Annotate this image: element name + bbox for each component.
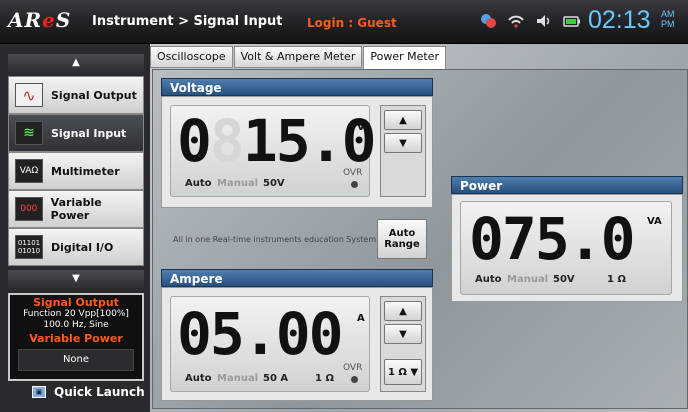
power-reading: 075.0 [469,205,636,273]
voltage-manual-label[interactable]: Manual [217,178,258,189]
ampere-shunt-select[interactable]: 1 Ω ▼ [384,359,422,385]
voltage-range-buttons: ▲ ▼ [380,105,426,197]
voltage-range: 50V [263,178,285,189]
ampere-reading: 05.00 [177,300,344,368]
voltage-panel: 0815.0 V Auto Manual 50V OVR ▲ ▼ [161,96,433,208]
sidebar-nav: ∿ Signal Output ≋ Signal Input VAΩ Multi… [8,76,144,266]
quick-launch-icon: ▣ [32,386,46,398]
voltage-ovr-label: OVR [343,168,363,178]
ampere-auto-label[interactable]: Auto [185,373,212,384]
clock: 02:13 [588,6,651,34]
sine-wave-icon: ∿ [15,83,43,107]
ampere-range: 50 A [263,373,289,384]
power-lcd: 075.0 VA Auto Manual 50V 1 Ω [460,201,672,295]
speaker-icon[interactable] [534,12,554,30]
power-shunt: 1 Ω [607,274,626,285]
status-icons [478,12,582,30]
sidebar-scroll-down-button[interactable]: ▼ [8,270,144,288]
voltage-reading: 0815.0 [177,107,377,175]
status-info-box: Signal Output Function 20 Vpp[100%] 100.… [8,293,144,381]
quick-launch-button[interactable]: ▣ Quick Launch [32,385,145,399]
voltage-range-down-button[interactable]: ▼ [384,133,422,153]
main-area: Oscilloscope Volt & Ampere Meter Power M… [150,44,688,412]
login-status[interactable]: Login : Guest [307,16,397,30]
sidebar-item-variable-power[interactable]: 000 Variable Power [8,190,144,228]
power-auto-label[interactable]: Auto [475,274,502,285]
power-panel: 075.0 VA Auto Manual 50V 1 Ω [451,194,683,302]
ares-logo: AReS [8,8,72,32]
tab-oscilloscope[interactable]: Oscilloscope [150,46,233,68]
ampere-shunt: 1 Ω [315,373,334,384]
tab-bar: Oscilloscope Volt & Ampere Meter Power M… [150,46,447,70]
user-icon[interactable] [478,12,498,30]
wifi-icon[interactable] [506,12,526,30]
ampere-panel: 05.00 A Auto Manual 50 A 1 Ω OVR ▲ ▼ 1 Ω… [161,287,433,401]
voltage-unit: V [357,122,365,133]
multimeter-icon: VAΩ [15,159,43,183]
power-meter-content: Voltage 0815.0 V Auto Manual 50V OVR ▲ ▼… [152,69,688,409]
sidebar-item-multimeter[interactable]: VAΩ Multimeter [8,152,144,190]
voltage-lcd: 0815.0 V Auto Manual 50V OVR [170,105,377,197]
voltage-panel-title: Voltage [161,78,433,96]
tab-volt-ampere-meter[interactable]: Volt & Ampere Meter [233,46,363,68]
ampere-lcd: 05.00 A Auto Manual 50 A 1 Ω OVR [170,296,370,392]
power-range: 50V [553,274,575,285]
sidebar-item-signal-output[interactable]: ∿ Signal Output [8,76,144,114]
ampere-panel-title: Ampere [161,269,433,287]
sidebar-item-signal-input[interactable]: ≋ Signal Input [8,114,144,152]
signal-output-title: Signal Output [33,296,119,309]
sidebar: ▲ ∿ Signal Output ≋ Signal Input VAΩ Mul… [0,44,150,412]
ampere-ovr-indicator [351,376,358,383]
power-manual-label[interactable]: Manual [507,274,548,285]
ampere-unit: A [357,313,365,324]
ampere-range-up-button[interactable]: ▲ [384,301,422,321]
battery-icon[interactable] [562,12,582,30]
top-bar: AReS Instrument > Signal Input Login : G… [0,0,688,44]
ampere-manual-label[interactable]: Manual [217,373,258,384]
system-description: All in one Real-time instruments educati… [173,235,377,244]
auto-range-button[interactable]: Auto Range [377,219,427,259]
breadcrumb: Instrument > Signal Input [92,14,283,29]
power-supply-icon: 000 [15,197,43,221]
ampere-range-buttons: ▲ ▼ 1 Ω ▼ [380,296,426,392]
ampere-ovr-label: OVR [343,363,363,373]
voltage-range-up-button[interactable]: ▲ [384,110,422,130]
variable-power-value: None [18,349,134,371]
power-panel-title: Power [451,176,683,194]
variable-power-title: Variable Power [29,332,123,345]
signal-output-line2: 100.0 Hz, Sine [43,320,109,330]
ampm-indicator: AM PM [661,9,675,29]
signal-output-line1: Function 20 Vpp[100%] [23,309,129,319]
voltage-auto-label[interactable]: Auto [185,178,212,189]
ampere-range-down-button[interactable]: ▼ [384,324,422,344]
voltage-ovr-indicator [351,181,358,188]
binary-icon: 01101 01010 [15,235,43,259]
sidebar-item-digital-io[interactable]: 01101 01010 Digital I/O [8,228,144,266]
sidebar-scroll-up-button[interactable]: ▲ [8,54,144,72]
tab-power-meter[interactable]: Power Meter [363,46,446,70]
power-unit: VA [647,216,662,227]
oscilloscope-icon: ≋ [15,121,43,145]
